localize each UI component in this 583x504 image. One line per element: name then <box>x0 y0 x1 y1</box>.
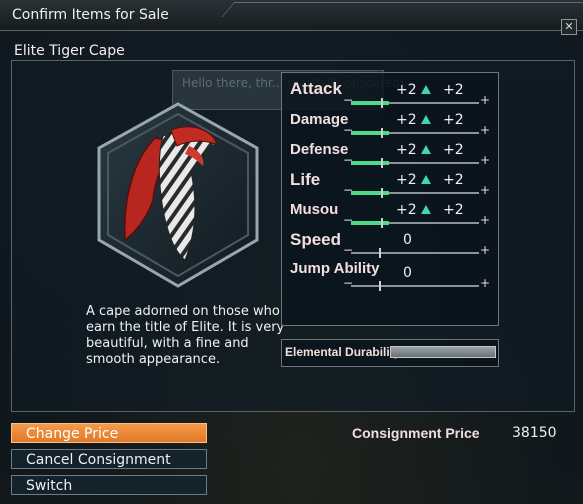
stat-new-attack: +2 <box>443 82 464 98</box>
stat-current-musou: +2 <box>396 202 417 218</box>
stat-new-damage: +2 <box>443 112 464 128</box>
stat-label-attack: Attack <box>290 79 342 98</box>
switch-button[interactable]: Switch <box>11 475 207 495</box>
plus-icon: + <box>480 123 491 137</box>
window-title: Confirm Items for Sale <box>12 7 169 23</box>
stat-current-attack: +2 <box>396 82 417 98</box>
stat-label-damage: Damage <box>290 111 349 128</box>
plus-icon: + <box>480 243 491 257</box>
item-description: A cape adorned on those who earn the tit… <box>86 304 285 367</box>
stat-current-damage: +2 <box>396 112 417 128</box>
plus-icon: + <box>480 93 491 107</box>
stat-label-life: Life <box>290 170 321 189</box>
change-price-button[interactable]: Change Price <box>11 423 207 443</box>
stat-slider-life: − + <box>343 183 490 198</box>
item-image <box>97 102 259 288</box>
durability-bar <box>390 346 496 358</box>
item-name: Elite Tiger Cape <box>14 43 125 59</box>
stat-up-arrow-icon <box>421 115 431 124</box>
stat-slider-musou: − + <box>343 213 490 228</box>
stat-label-speed: Speed <box>290 230 342 249</box>
stat-new-musou: +2 <box>443 202 464 218</box>
plus-icon: + <box>480 276 491 290</box>
minus-icon: − <box>343 243 354 257</box>
stat-slider-attack: − + <box>343 93 490 108</box>
close-button[interactable]: ✕ <box>561 19 577 35</box>
plus-icon: + <box>480 213 491 227</box>
stat-current-jump-ability: 0 <box>403 265 412 281</box>
cancel-consignment-button[interactable]: Cancel Consignment <box>11 449 207 469</box>
plus-icon: + <box>480 183 491 197</box>
stat-slider-jump-ability: − + <box>343 276 490 291</box>
durability-fill <box>391 347 495 357</box>
titlebar-decoration <box>221 2 583 17</box>
plus-icon: + <box>480 153 491 167</box>
item-portrait <box>93 100 263 290</box>
titlebar: Confirm Items for Sale <box>0 0 583 31</box>
stat-slider-damage: − + <box>343 123 490 138</box>
minus-icon: − <box>343 276 354 290</box>
stat-label-defense: Defense <box>290 141 349 158</box>
stat-up-arrow-icon <box>421 205 431 214</box>
stat-up-arrow-icon <box>421 145 431 154</box>
stat-slider-speed: − + <box>343 243 490 258</box>
stat-label-musou: Musou <box>290 201 339 218</box>
stat-slider-defense: − + <box>343 153 490 168</box>
stat-up-arrow-icon <box>421 175 431 184</box>
consignment-price-label: Consignment Price <box>352 425 480 441</box>
stat-new-defense: +2 <box>443 142 464 158</box>
durability-label: Elemental Durability <box>285 345 401 359</box>
stat-current-speed: 0 <box>403 232 412 248</box>
stat-new-life: +2 <box>443 172 464 188</box>
stat-up-arrow-icon <box>421 85 431 94</box>
consignment-price-value: 38150 <box>512 425 557 441</box>
stat-current-life: +2 <box>396 172 417 188</box>
stat-label-jump-ability: Jump Ability <box>290 260 380 277</box>
stat-current-defense: +2 <box>396 142 417 158</box>
